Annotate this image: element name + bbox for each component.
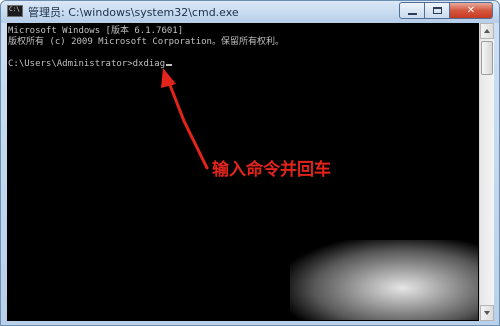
scroll-down-button[interactable] [480, 305, 494, 321]
title-bar[interactable]: C:\ 管理员: C:\windows\system32\cmd.exe ✕ [1, 1, 499, 23]
console-line-copyright: 版权所有 (c) 2009 Microsoft Corporation。保留所有… [8, 37, 284, 47]
scrollbar-thumb[interactable] [481, 41, 493, 75]
maximize-button[interactable] [425, 2, 450, 19]
maximize-icon [432, 7, 442, 14]
close-button[interactable]: ✕ [450, 2, 493, 19]
window-controls: ✕ [399, 2, 493, 20]
minimize-icon [407, 12, 417, 15]
vertical-scrollbar[interactable] [479, 23, 494, 321]
console-line-version: Microsoft Windows [版本 6.1.7601] [8, 26, 184, 36]
arrow-up-icon [484, 29, 490, 33]
annotation-label: 输入命令并回车 [212, 160, 331, 180]
console-line-prompt: C:\Users\Administrator>dxdiag [8, 59, 173, 70]
command-prompt-text: C:\Users\Administrator>dxdiag [8, 59, 166, 69]
scroll-up-button[interactable] [480, 23, 494, 39]
close-icon: ✕ [466, 4, 476, 16]
cmd-app-icon-text: C:\ [9, 6, 20, 13]
arrow-down-icon [484, 311, 490, 315]
window-title: 管理员: C:\windows\system32\cmd.exe [28, 6, 239, 19]
cmd-app-icon[interactable]: C:\ [7, 5, 23, 17]
light-overlay [290, 240, 478, 320]
text-cursor [166, 64, 173, 66]
minimize-button[interactable] [399, 2, 425, 19]
